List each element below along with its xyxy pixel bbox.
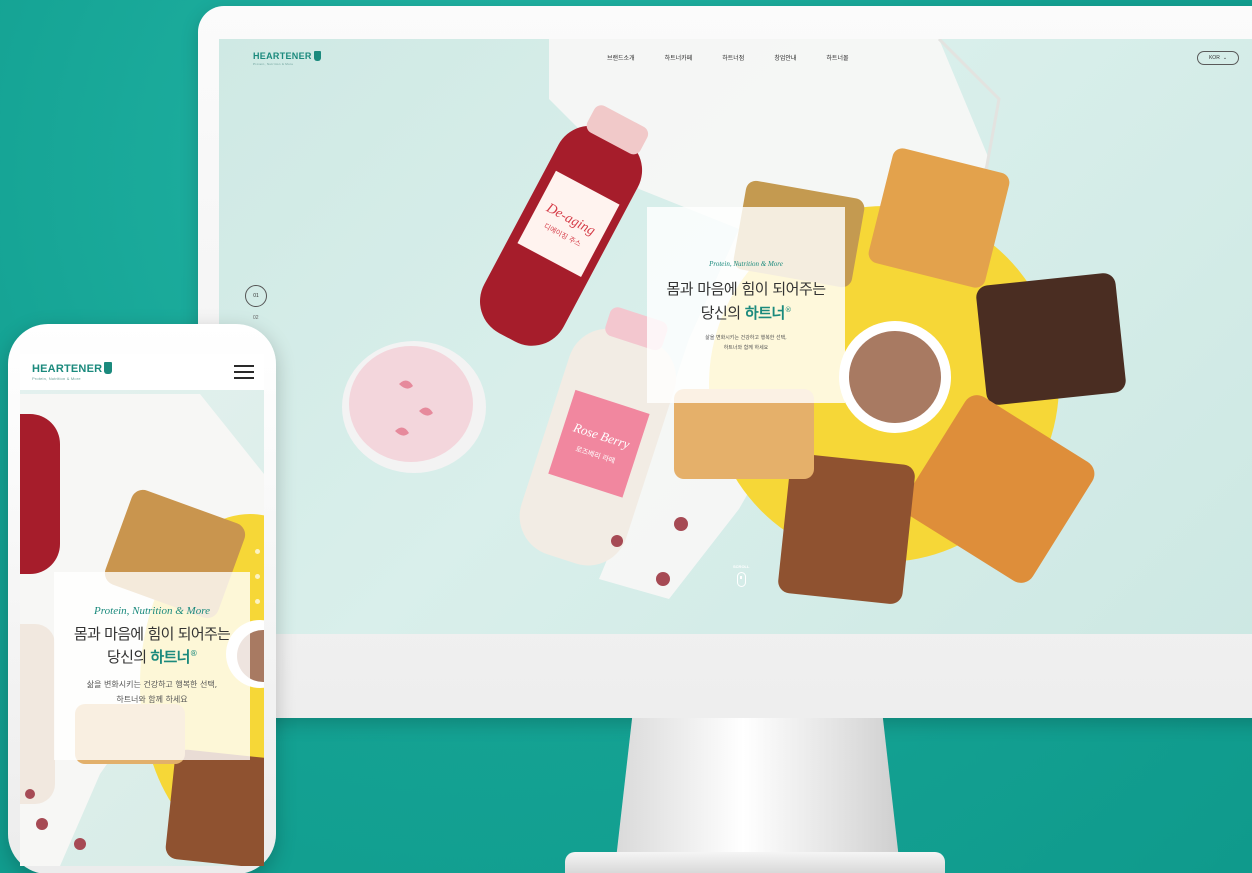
mobile-header: HEARTENER Protein, Nutrition & More [20, 354, 264, 390]
mobile-hero-heading-prefix: 당신의 [107, 648, 151, 666]
rose-bud [74, 838, 86, 850]
desktop-logo[interactable]: HEARTENER Protein, Nutrition & More [253, 51, 321, 66]
desktop-logo-text: HEARTENER [253, 51, 312, 61]
rose-bud [25, 789, 35, 799]
pink-drink [349, 346, 473, 462]
mobile-hero-tagline: Protein, Nutrition & More [94, 605, 210, 617]
chevron-down-icon: ⌄ [1222, 55, 1228, 61]
cup-icon [313, 51, 321, 61]
hero-heading-line2: 당신의 하트너® [647, 302, 845, 323]
mobile-slide-dots [255, 549, 260, 649]
scroll-indicator[interactable]: SCROLL [733, 564, 749, 587]
hero-heading-line1: 몸과 마음에 힘이 되어주는 [666, 280, 826, 298]
hero-description-line2: 하트너와 함께 하세요 [723, 345, 769, 351]
desktop-screen: De-aging 디에이징 주스 Rose Berry 로즈베리 라떼 HEAR… [219, 39, 1252, 634]
slide-dot[interactable] [255, 549, 260, 554]
nav-item-store[interactable]: 하트너점 [722, 53, 744, 62]
pager-next[interactable]: 02 [253, 315, 267, 321]
nav-item-cafe[interactable]: 하트너카페 [665, 53, 693, 62]
hero-brand-name: 하트너 [744, 304, 785, 322]
slide-dot[interactable] [255, 624, 260, 629]
rose-bud [611, 535, 623, 547]
mobile-hero-heading-line1: 몸과 마음에 힘이 되어주는 [73, 625, 231, 643]
hamburger-menu-icon[interactable] [234, 365, 254, 379]
monitor-stand-base [565, 852, 945, 873]
cocoa-powder [849, 331, 941, 423]
desktop-monitor: De-aging 디에이징 주스 Rose Berry 로즈베리 라떼 HEAR… [198, 6, 1252, 718]
rose-bud [656, 572, 670, 586]
mobile-hero-description-line1: 삶을 변화시키는 건강하고 행복한 선택, [86, 680, 218, 689]
mobile-hero-heading-line2: 당신의 하트너® [54, 646, 250, 667]
mobile-hero-description-line2: 하트너와 함께 하세요 [116, 695, 188, 704]
registered-mark: ® [189, 649, 198, 658]
hero-tagline: Protein, Nutrition & More [709, 260, 783, 268]
nav-item-franchise[interactable]: 창업안내 [774, 53, 796, 62]
mobile-hero-brand-name: 하트너 [150, 648, 190, 666]
monitor-stand-neck [615, 718, 900, 868]
pager-current[interactable]: 01 [245, 285, 267, 307]
muffin-bottom [165, 749, 264, 866]
nav-item-mall[interactable]: 하트너몰 [826, 53, 848, 62]
desktop-logo-sub: Protein, Nutrition & More [253, 62, 294, 66]
rose-bud [674, 517, 688, 531]
registered-mark: ® [784, 306, 792, 314]
muffin-chocolate [976, 273, 1126, 405]
hero-description: 삶을 변화시키는 건강하고 행복한 선택, 하트너와 함께 하세요 [647, 333, 845, 353]
mobile-logo[interactable]: HEARTENER Protein, Nutrition & More [32, 362, 113, 381]
red-bottle [20, 414, 60, 574]
rose-bud [36, 818, 48, 830]
mobile-phone: HEARTENER Protein, Nutrition & More Prot… [8, 324, 276, 873]
desktop-nav: 브랜드소개 하트너카페 하트너점 창업안내 하트너몰 [607, 53, 849, 62]
nav-item-brand[interactable]: 브랜드소개 [607, 53, 635, 62]
mobile-hero-description: 삶을 변화시키는 건강하고 행복한 선택, 하트너와 함께 하세요 [54, 677, 250, 707]
slide-pager: 01 02 [245, 285, 267, 321]
hero-heading-prefix: 당신의 [700, 304, 745, 322]
scroll-label: SCROLL [733, 564, 750, 569]
mobile-screen: HEARTENER Protein, Nutrition & More Prot… [20, 354, 264, 866]
mobile-logo-text: HEARTENER [32, 363, 103, 375]
slide-dot[interactable] [255, 599, 260, 604]
mobile-hero-card: Protein, Nutrition & More 몸과 마음에 힘이 되어주는… [54, 572, 250, 760]
language-selector[interactable]: KOR ⌄ [1197, 51, 1239, 65]
language-label: KOR [1208, 55, 1220, 61]
slide-dot[interactable] [255, 574, 260, 579]
desktop-hero-card: Protein, Nutrition & More 몸과 마음에 힘이 되어주는… [647, 207, 845, 403]
hero-description-line1: 삶을 변화시키는 건강하고 행복한 선택, [705, 335, 787, 341]
milk-bottle [20, 624, 55, 804]
cup-icon [104, 362, 113, 374]
mobile-logo-sub: Protein, Nutrition & More [32, 376, 81, 381]
mouse-icon [736, 572, 746, 587]
